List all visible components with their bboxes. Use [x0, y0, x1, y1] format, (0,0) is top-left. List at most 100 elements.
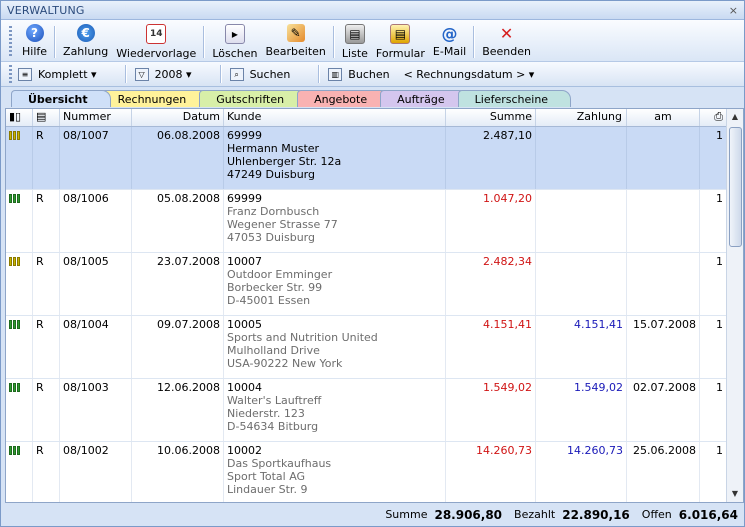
exit-button[interactable]: ✕ Beenden: [478, 23, 535, 59]
scroll-up-arrow-icon[interactable]: ▲: [727, 109, 743, 125]
sum-column-header[interactable]: Summe: [446, 109, 536, 126]
status-column-header[interactable]: ▮▯: [6, 109, 33, 126]
view-mode-dropdown[interactable]: ≡ Komplett ▾: [18, 67, 97, 81]
table-row[interactable]: R 08/1005 23.07.2008 10007 Outdoor Emminger B…: [6, 253, 727, 316]
table-row[interactable]: R 08/1004 09.07.2008 10005 Sports and Nutrit…: [6, 316, 727, 379]
toolbar-separator: [318, 65, 321, 83]
date-column-header[interactable]: Datum: [132, 109, 224, 126]
payment-column-header[interactable]: Zahlung: [536, 109, 627, 126]
type-cell: R: [33, 442, 60, 502]
payment-cell: 4.151,41: [536, 316, 627, 378]
toolbar-separator: [332, 26, 335, 58]
tab-overview[interactable]: Übersicht: [11, 90, 111, 107]
help-button[interactable]: ? Hilfe: [18, 24, 51, 58]
paid-date-cell: 02.07.2008: [627, 379, 700, 441]
year-filter-dropdown[interactable]: ▽ 2008 ▾: [134, 67, 192, 81]
payment-cell: 1.549,02: [536, 379, 627, 441]
close-icon[interactable]: ×: [729, 4, 738, 17]
tab-delivery-notes[interactable]: Lieferscheine: [457, 90, 572, 107]
payment-cell: [536, 190, 627, 252]
print-list-label: Liste: [341, 47, 368, 60]
tab-orders[interactable]: Aufträge: [380, 90, 468, 107]
customer-column-header[interactable]: Kunde: [224, 109, 446, 126]
book-button[interactable]: ▥ Buchen: [328, 67, 390, 81]
document-tabs: Übersicht Rechnungen Gutschriften Angebo…: [11, 90, 572, 108]
edit-label: Bearbeiten: [265, 45, 326, 58]
payment-cell: 14.260,73: [536, 442, 627, 502]
sum-cell: 2.487,10: [446, 127, 536, 189]
customer-street: Niederstr. 123: [227, 407, 305, 420]
table-row[interactable]: R 08/1003 12.06.2008 10004 Walter's Lauftref…: [6, 379, 727, 442]
paid-date-column-header[interactable]: am: [627, 109, 700, 126]
open-total-value: 6.016,64: [678, 507, 738, 522]
scroll-down-arrow-icon[interactable]: ▼: [727, 486, 743, 502]
payment-button[interactable]: € Zahlung: [59, 24, 112, 58]
payment-label: Zahlung: [63, 45, 109, 58]
sum-total-label: Summe: [385, 508, 428, 521]
customer-city: USA-90222 New York: [227, 357, 343, 370]
type-cell: R: [33, 316, 60, 378]
customer-street: Uhlenberger Str. 12a: [227, 155, 342, 168]
customer-city: 47053 Duisburg: [227, 231, 315, 244]
filter-funnel-icon: ▽: [134, 67, 149, 81]
delete-button[interactable]: ▸ Löschen: [208, 24, 261, 60]
paid-date-cell: 15.07.2008: [627, 316, 700, 378]
paid-date-cell: [627, 127, 700, 189]
toolbar-grip[interactable]: [9, 65, 12, 83]
table-row[interactable]: R 08/1002 10.06.2008 10002 Das Sportkaufhaus…: [6, 442, 727, 502]
tab-credit-notes[interactable]: Gutschriften: [199, 90, 308, 107]
main-window: VERWALTUNG × ? Hilfe € Zahlung 14 Wieder…: [0, 0, 745, 527]
tab-quotes[interactable]: Angebote: [297, 90, 391, 107]
customer-name: Sports and Nutrition United: [227, 331, 378, 344]
print-count-cell: 1: [700, 316, 727, 378]
edit-pencil-icon: ✎: [286, 24, 305, 42]
date-cell: 06.08.2008: [132, 127, 224, 189]
euro-payment-icon: €: [76, 24, 95, 42]
customer-number: 69999: [227, 192, 262, 205]
table-row[interactable]: R 08/1006 05.08.2008 69999 Franz Dornbusch We…: [6, 190, 727, 253]
exit-x-icon: ✕: [499, 23, 514, 43]
print-count-column-header[interactable]: ⎙: [700, 109, 727, 126]
number-cell: 08/1004: [60, 316, 132, 378]
customer-city: 47249 Duisburg: [227, 168, 315, 181]
number-cell: 08/1002: [60, 442, 132, 502]
number-cell: 08/1006: [60, 190, 132, 252]
print-count-cell: 1: [700, 253, 727, 315]
filter-toolbar: ≡ Komplett ▾ ▽ 2008 ▾ ⌕ Suchen ▥ Buchen …: [1, 62, 744, 87]
customer-number: 10007: [227, 255, 262, 268]
edit-button[interactable]: ✎ Bearbeiten: [261, 24, 329, 58]
paid-date-cell: 25.06.2008: [627, 442, 700, 502]
book-label: Buchen: [348, 67, 390, 81]
table-row[interactable]: R 08/1007 06.08.2008 69999 Hermann Muster Uhl…: [6, 127, 727, 190]
search-button[interactable]: ⌕ Suchen: [229, 67, 290, 81]
calendar-icon: 14: [146, 24, 167, 44]
tab-invoices[interactable]: Rechnungen: [100, 90, 210, 107]
email-button[interactable]: @ E-Mail: [429, 24, 470, 59]
toolbar-separator: [124, 65, 127, 83]
sort-dropdown[interactable]: < Rechnungsdatum > ▾: [404, 68, 535, 81]
date-cell: 23.07.2008: [132, 253, 224, 315]
exit-label: Beenden: [482, 45, 531, 58]
status-chart-icon: ▮▯: [9, 110, 22, 123]
number-column-header[interactable]: Nummer: [60, 109, 132, 126]
customer-name: Walter's Lauftreff: [227, 394, 322, 407]
sum-cell: 1.047,20: [446, 190, 536, 252]
toolbar-grip[interactable]: [9, 26, 12, 56]
type-cell: R: [33, 253, 60, 315]
customer-number: 10002: [227, 444, 262, 457]
view-mode-value: Komplett ▾: [38, 67, 97, 81]
status-cell: [6, 442, 33, 502]
vertical-scrollbar[interactable]: ▲ ▼: [726, 109, 743, 502]
customer-street: Sport Total AG: [227, 470, 306, 483]
print-form-button[interactable]: ▤ Formular: [372, 24, 429, 60]
table-body: R 08/1007 06.08.2008 69999 Hermann Muster Uhl…: [6, 127, 727, 502]
print-list-button[interactable]: ▤ Liste: [338, 24, 372, 60]
customer-city: D-54634 Bitburg: [227, 420, 319, 433]
payment-cell: [536, 127, 627, 189]
resubmission-button[interactable]: 14 Wiedervorlage: [112, 24, 200, 60]
sum-cell: 4.151,41: [446, 316, 536, 378]
type-column-header[interactable]: ▤: [33, 109, 60, 126]
toolbar-separator: [54, 26, 57, 58]
scroll-thumb[interactable]: [729, 127, 742, 247]
customer-street: Mulholland Drive: [227, 344, 320, 357]
